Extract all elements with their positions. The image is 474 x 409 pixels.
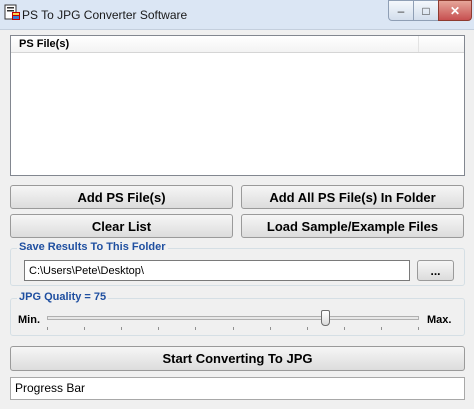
browse-button[interactable]: ... bbox=[417, 260, 454, 281]
quality-slider-track[interactable] bbox=[47, 316, 419, 320]
maximize-icon: □ bbox=[422, 3, 430, 18]
slider-tick bbox=[195, 327, 196, 330]
quality-slider-thumb[interactable] bbox=[321, 310, 330, 326]
progress-bar: Progress Bar bbox=[10, 377, 465, 400]
jpg-quality-group: JPG Quality = 75 Min. Max. bbox=[10, 291, 465, 336]
slider-min-label: Min. bbox=[18, 314, 40, 326]
slider-tick bbox=[158, 327, 159, 330]
progress-label: Progress Bar bbox=[15, 381, 86, 395]
slider-tick bbox=[47, 327, 48, 330]
slider-tick bbox=[307, 327, 308, 330]
add-files-button[interactable]: Add PS File(s) bbox=[10, 185, 233, 209]
slider-tick bbox=[233, 327, 234, 330]
output-folder-legend: Save Results To This Folder bbox=[17, 241, 168, 253]
title-bar[interactable]: PS To JPG Converter Software – □ ✕ bbox=[0, 0, 474, 30]
slider-ticks bbox=[47, 327, 419, 330]
slider-max-label: Max. bbox=[427, 314, 452, 326]
column-header-ps-files[interactable]: PS File(s) bbox=[11, 36, 419, 52]
close-button[interactable]: ✕ bbox=[438, 0, 472, 21]
start-converting-button[interactable]: Start Converting To JPG bbox=[10, 346, 465, 371]
slider-tick bbox=[418, 327, 419, 330]
slider-tick bbox=[344, 327, 345, 330]
slider-tick bbox=[121, 327, 122, 330]
output-folder-group: Save Results To This Folder ... bbox=[10, 241, 465, 286]
jpg-quality-legend: JPG Quality = 75 bbox=[17, 291, 109, 303]
minimize-button[interactable]: – bbox=[388, 0, 414, 21]
add-folder-button[interactable]: Add All PS File(s) In Folder bbox=[241, 185, 464, 209]
file-list-header: PS File(s) bbox=[11, 36, 464, 53]
slider-tick bbox=[270, 327, 271, 330]
close-icon: ✕ bbox=[449, 3, 461, 18]
slider-tick bbox=[84, 327, 85, 330]
load-sample-button[interactable]: Load Sample/Example Files bbox=[241, 214, 464, 238]
slider-tick bbox=[381, 327, 382, 330]
minimize-icon: – bbox=[397, 3, 405, 18]
window-title: PS To JPG Converter Software bbox=[22, 8, 188, 22]
output-folder-input[interactable] bbox=[24, 260, 410, 281]
file-list[interactable]: PS File(s) bbox=[10, 35, 465, 176]
maximize-button[interactable]: □ bbox=[413, 0, 439, 21]
clear-list-button[interactable]: Clear List bbox=[10, 214, 233, 238]
app-icon bbox=[4, 4, 20, 20]
